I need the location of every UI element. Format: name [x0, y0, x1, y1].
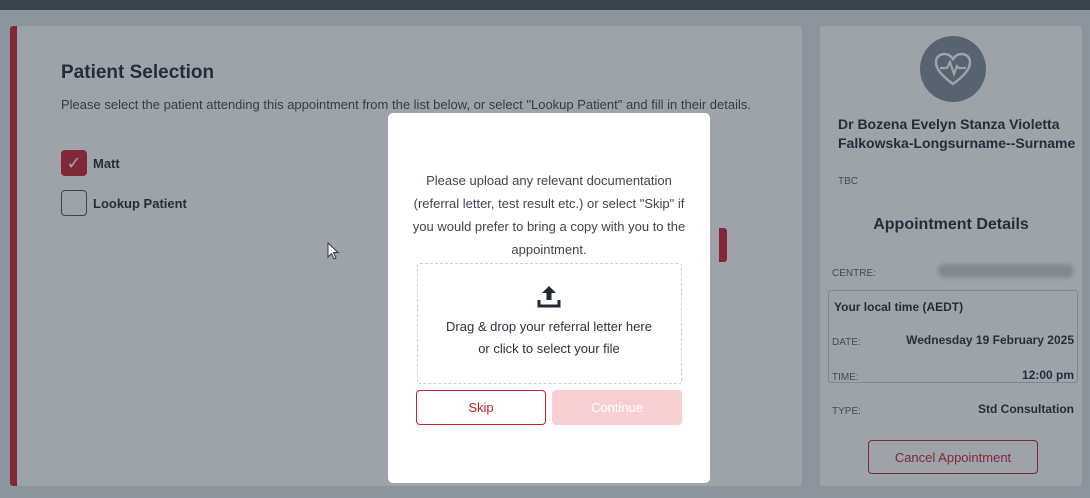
dropzone-line-2: or click to select your file: [478, 341, 620, 356]
skip-button[interactable]: Skip: [416, 390, 546, 425]
mouse-cursor-icon: [327, 242, 339, 260]
dropzone-line-1: Drag & drop your referral letter here: [446, 319, 652, 334]
upload-instructions: Please upload any relevant documentation…: [412, 173, 686, 257]
file-dropzone[interactable]: Drag & drop your referral letter here or…: [417, 263, 682, 384]
continue-button[interactable]: Continue: [552, 390, 682, 425]
upload-icon: [537, 286, 561, 308]
dropzone-text: Drag & drop your referral letter here or…: [418, 316, 680, 360]
upload-documentation-modal: Please upload any relevant documentation…: [388, 113, 710, 483]
